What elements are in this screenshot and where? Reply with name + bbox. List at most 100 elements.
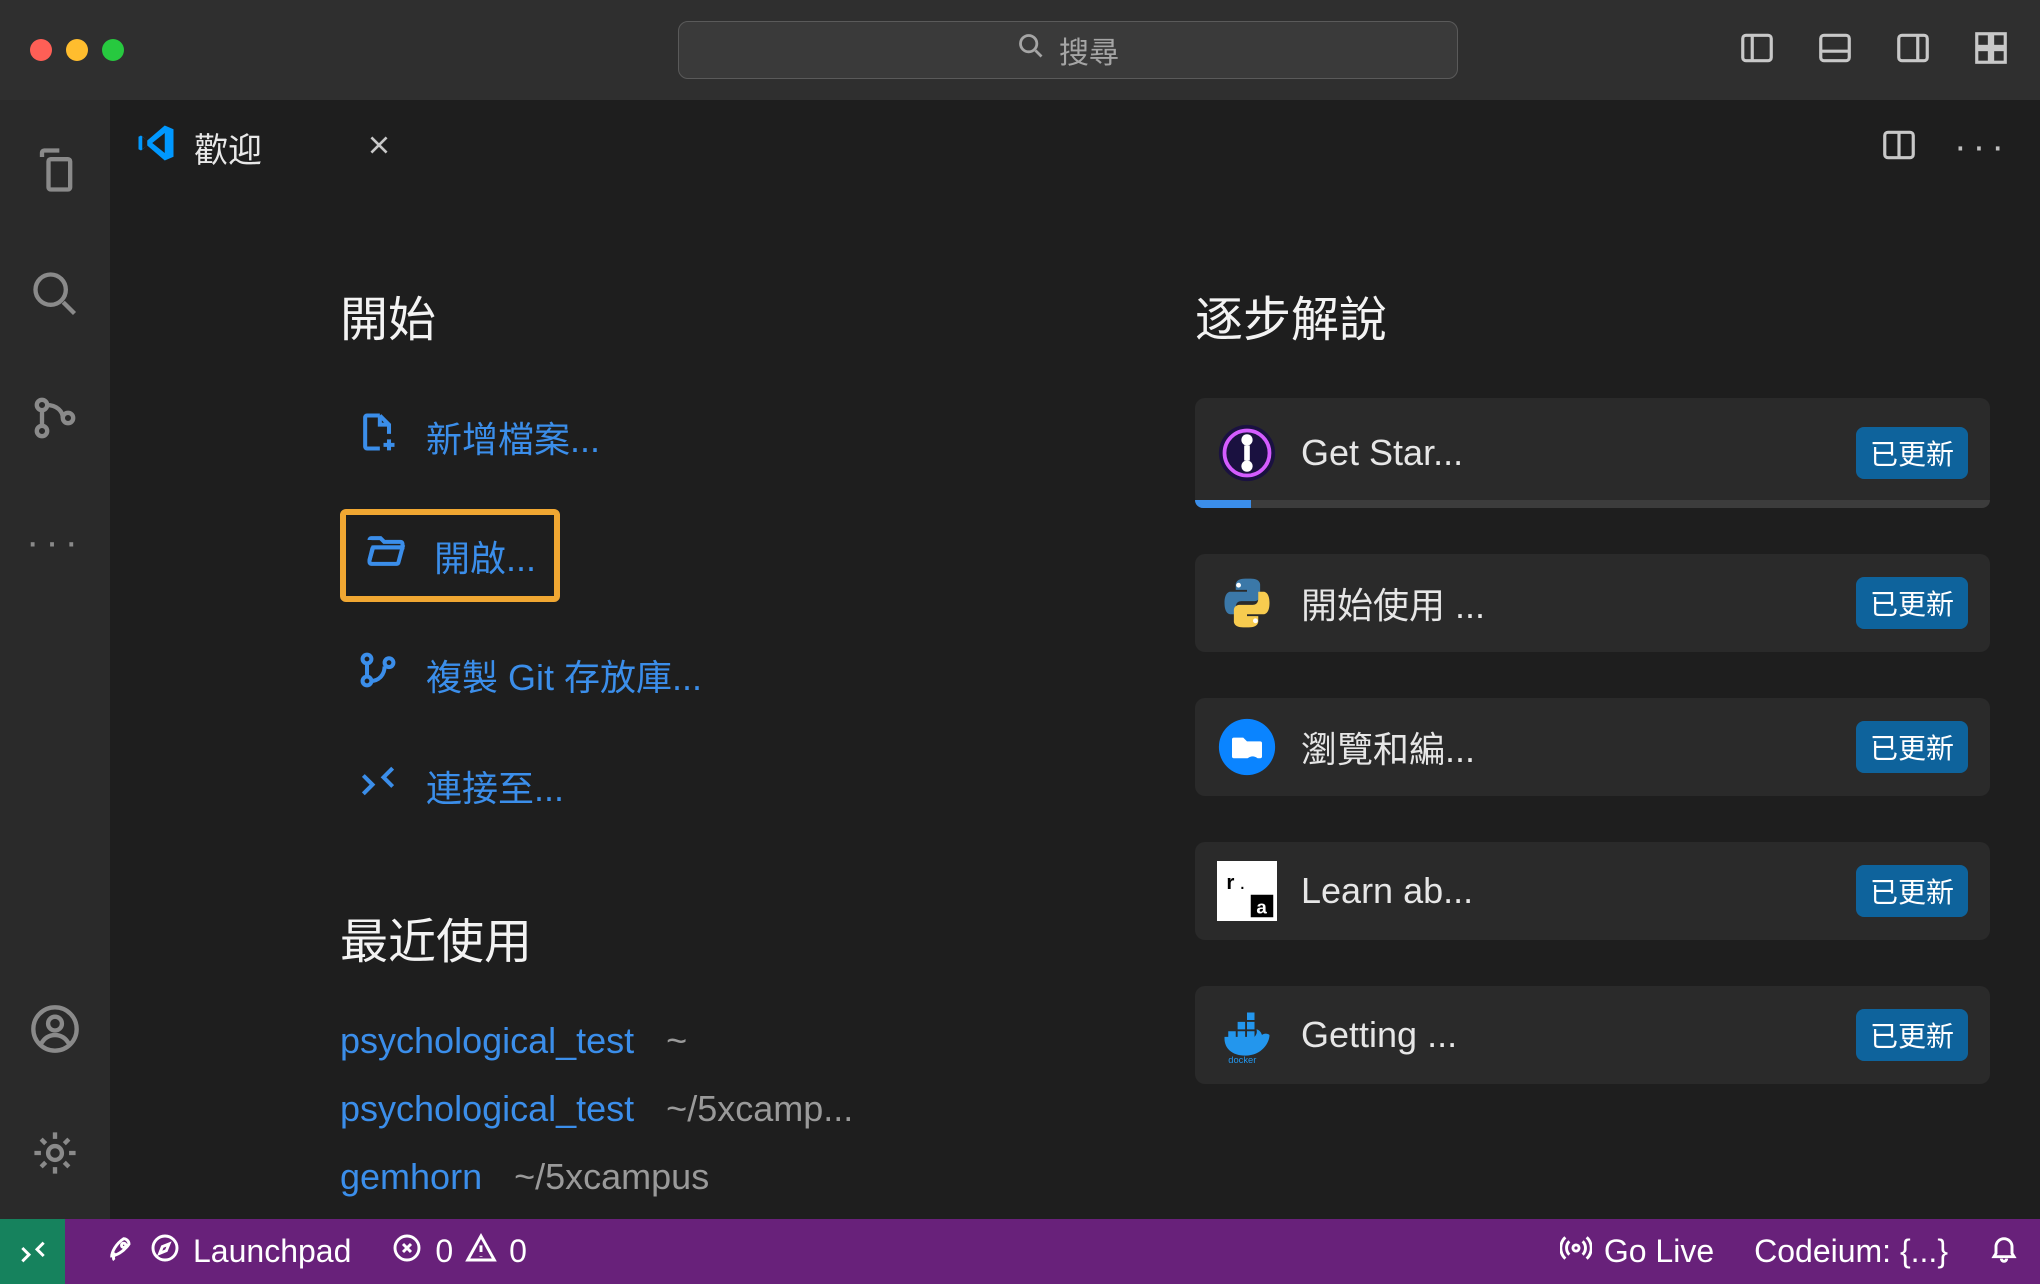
recents-section: 最近使用 psychological_test ~ psychological_… bbox=[340, 902, 1135, 1198]
gitlens-icon bbox=[1217, 423, 1277, 483]
error-count: 0 bbox=[435, 1233, 453, 1270]
warning-icon bbox=[465, 1232, 497, 1272]
codeium-label: Codeium: {...} bbox=[1754, 1233, 1948, 1270]
start-list: 新增檔案... 開啟... 複製 Git 存放庫... 連接至... bbox=[340, 398, 1135, 824]
go-live-item[interactable]: Go Live bbox=[1540, 1232, 1734, 1272]
new-file-link[interactable]: 新增檔案... bbox=[340, 398, 1135, 475]
walkthrough-card-docker[interactable]: docker Getting ... 已更新 bbox=[1195, 986, 1990, 1084]
start-item-label: 連接至... bbox=[426, 760, 564, 812]
svg-text:docker: docker bbox=[1228, 1055, 1256, 1065]
settings-gear-icon[interactable] bbox=[29, 1127, 81, 1179]
source-control-icon[interactable] bbox=[29, 392, 81, 444]
editor-actions: ··· bbox=[427, 100, 2040, 194]
launchpad-item[interactable]: Launchpad bbox=[85, 1232, 371, 1272]
recent-name: psychological_test bbox=[340, 1088, 634, 1130]
recent-name: psychological_test bbox=[340, 1020, 634, 1062]
updated-badge: 已更新 bbox=[1856, 427, 1968, 479]
card-label: 開始使用 ... bbox=[1301, 577, 1832, 629]
new-file-icon bbox=[356, 410, 400, 463]
recent-path: ~ bbox=[666, 1020, 687, 1062]
svg-text:r: r bbox=[1226, 871, 1234, 894]
walkthrough-card-learn[interactable]: r.a Learn ab... 已更新 bbox=[1195, 842, 1990, 940]
command-center-search[interactable]: 搜尋 bbox=[678, 21, 1458, 79]
error-icon bbox=[391, 1232, 423, 1272]
launchpad-label: Launchpad bbox=[193, 1233, 351, 1270]
activity-bar: ··· bbox=[0, 100, 110, 1219]
window-zoom-button[interactable] bbox=[102, 39, 124, 61]
tab-close-icon[interactable] bbox=[280, 128, 392, 167]
svg-text:a: a bbox=[1256, 897, 1267, 918]
walkthroughs-title: 逐步解說 bbox=[1195, 280, 1990, 350]
updated-badge: 已更新 bbox=[1856, 721, 1968, 773]
recent-item[interactable]: psychological_test ~ bbox=[340, 1020, 1135, 1062]
connect-to-link[interactable]: 連接至... bbox=[340, 747, 1135, 824]
recent-path: ~/5xcamp... bbox=[666, 1088, 853, 1130]
walkthrough-card-remote[interactable]: 瀏覽和編... 已更新 bbox=[1195, 698, 1990, 796]
open-folder-icon bbox=[364, 529, 408, 582]
window-close-button[interactable] bbox=[30, 39, 52, 61]
start-item-label: 新增檔案... bbox=[426, 411, 600, 463]
vscode-logo-icon bbox=[136, 123, 176, 172]
status-bar: Launchpad 0 0 Go Live Codeium: {...} bbox=[0, 1219, 2040, 1284]
clone-repo-link[interactable]: 複製 Git 存放庫... bbox=[340, 636, 1135, 713]
walkthrough-card-gitlens[interactable]: Get Star... 已更新 bbox=[1195, 398, 1990, 508]
compass-icon bbox=[149, 1232, 181, 1272]
card-label: Getting ... bbox=[1301, 1014, 1832, 1056]
workbench-body: ··· 歡迎 ··· 開始 bbox=[0, 100, 2040, 1219]
editor-area: 歡迎 ··· 開始 新增檔案... 開啟... bbox=[110, 100, 2040, 1219]
toggle-panel-icon[interactable] bbox=[1816, 29, 1854, 72]
walkthrough-cards: Get Star... 已更新 開始使用 ... 已更新 bbox=[1195, 398, 1990, 1084]
walkthrough-card-python[interactable]: 開始使用 ... 已更新 bbox=[1195, 554, 1990, 652]
svg-text:.: . bbox=[1240, 871, 1246, 894]
remote-folder-icon bbox=[1217, 717, 1277, 777]
codeium-item[interactable]: Codeium: {...} bbox=[1734, 1233, 1968, 1270]
accounts-icon[interactable] bbox=[29, 1003, 81, 1055]
problems-item[interactable]: 0 0 bbox=[371, 1232, 547, 1272]
tab-welcome[interactable]: 歡迎 bbox=[110, 100, 427, 194]
recent-item[interactable]: gemhorn ~/5xcampus bbox=[340, 1156, 1135, 1198]
recent-item[interactable]: psychological_test ~/5xcamp... bbox=[340, 1088, 1135, 1130]
more-views-icon[interactable]: ··· bbox=[26, 516, 84, 568]
search-view-icon[interactable] bbox=[29, 268, 81, 320]
welcome-page: 開始 新增檔案... 開啟... 複製 Git 存放庫... bbox=[110, 194, 2040, 1219]
split-editor-icon[interactable] bbox=[1880, 126, 1918, 169]
recent-path: ~/5xcampus bbox=[514, 1156, 709, 1198]
traffic-lights bbox=[30, 39, 124, 61]
title-bar-layout-controls bbox=[1738, 29, 2010, 72]
window-minimize-button[interactable] bbox=[66, 39, 88, 61]
updated-badge: 已更新 bbox=[1856, 577, 1968, 629]
toggle-secondary-sidebar-icon[interactable] bbox=[1894, 29, 1932, 72]
recents-title: 最近使用 bbox=[340, 902, 1135, 972]
bell-icon bbox=[1988, 1232, 2020, 1272]
progress-fill bbox=[1195, 500, 1251, 508]
title-bar: 搜尋 bbox=[0, 0, 2040, 100]
ra-icon: r. a bbox=[1217, 861, 1277, 921]
docker-icon: docker bbox=[1217, 1005, 1277, 1065]
more-editor-actions-icon[interactable]: ··· bbox=[1954, 126, 2010, 169]
recent-name: gemhorn bbox=[340, 1156, 482, 1198]
toggle-primary-sidebar-icon[interactable] bbox=[1738, 29, 1776, 72]
welcome-left-column: 開始 新增檔案... 開啟... 複製 Git 存放庫... bbox=[340, 280, 1135, 1219]
start-item-label: 複製 Git 存放庫... bbox=[426, 649, 702, 701]
card-label: 瀏覽和編... bbox=[1301, 721, 1832, 773]
git-branch-icon bbox=[356, 648, 400, 701]
notifications-item[interactable] bbox=[1968, 1232, 2040, 1272]
progress-track bbox=[1195, 500, 1990, 508]
start-section-title: 開始 bbox=[340, 280, 1135, 350]
open-folder-link[interactable]: 開啟... bbox=[340, 509, 560, 602]
walkthroughs-column: 逐步解說 Get Star... 已更新 bbox=[1195, 280, 2000, 1219]
card-label: Get Star... bbox=[1301, 432, 1832, 474]
search-placeholder: 搜尋 bbox=[1059, 28, 1119, 72]
customize-layout-icon[interactable] bbox=[1972, 29, 2010, 72]
tab-title: 歡迎 bbox=[194, 123, 262, 172]
tabs-row: 歡迎 ··· bbox=[110, 100, 2040, 194]
python-icon bbox=[1217, 573, 1277, 633]
start-item-label: 開啟... bbox=[434, 530, 536, 582]
search-icon bbox=[1017, 32, 1045, 68]
rocket-icon bbox=[105, 1232, 137, 1272]
remote-indicator[interactable] bbox=[0, 1219, 65, 1284]
card-label: Learn ab... bbox=[1301, 870, 1832, 912]
explorer-icon[interactable] bbox=[29, 144, 81, 196]
broadcast-icon bbox=[1560, 1232, 1592, 1272]
go-live-label: Go Live bbox=[1604, 1233, 1714, 1270]
